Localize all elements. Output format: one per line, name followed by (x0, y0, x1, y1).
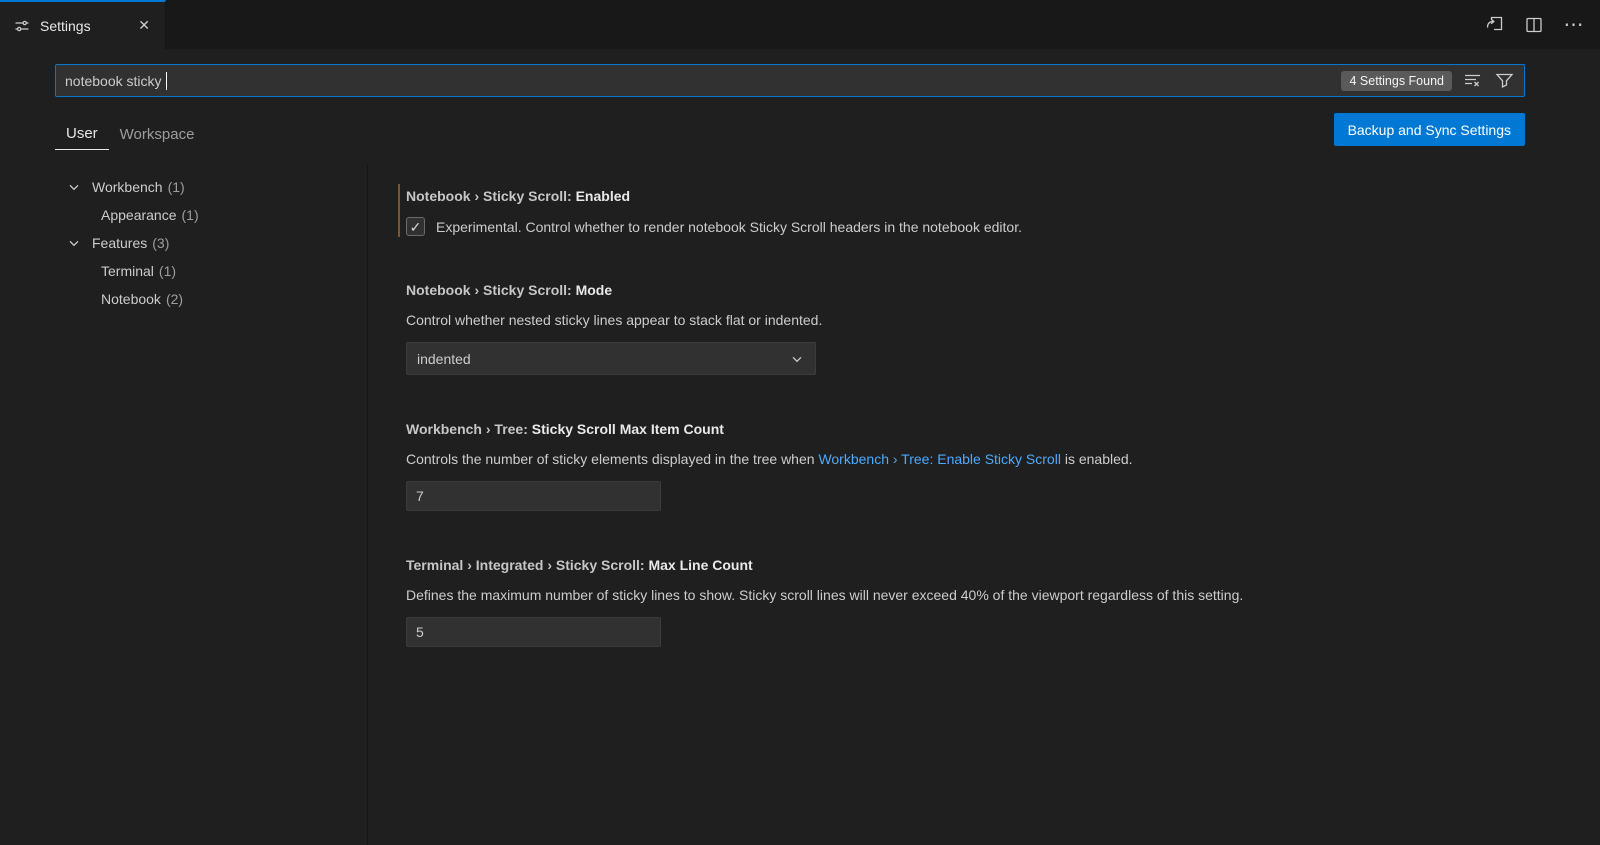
toc-item-notebook[interactable]: Notebook (2) (0, 285, 367, 313)
setting-mode-dropdown[interactable]: indented (406, 342, 816, 375)
toc-label: Features (92, 235, 147, 251)
chevron-down-icon (789, 351, 805, 367)
tab-workspace[interactable]: Workspace (109, 126, 206, 150)
json-file-icon (1485, 15, 1504, 34)
toc-item-appearance[interactable]: Appearance (1) (0, 201, 367, 229)
setting-terminal-sticky-scroll-max-line-count: Terminal › Integrated › Sticky Scroll: M… (406, 556, 1580, 647)
toc-item-features[interactable]: Features (3) (0, 229, 367, 257)
toc-count: (1) (182, 207, 199, 223)
filter-funnel-icon (1495, 71, 1514, 90)
ellipsis-icon: ⋯ (1564, 15, 1585, 35)
setting-title: Notebook › Sticky Scroll: Mode (406, 281, 1580, 299)
dropdown-selected-value: indented (417, 351, 471, 367)
backup-and-sync-settings-button[interactable]: Backup and Sync Settings (1334, 113, 1525, 146)
text-caret (166, 72, 167, 90)
open-settings-json-button[interactable] (1482, 13, 1506, 37)
settings-search-input[interactable]: notebook sticky 4 Settings Found (55, 64, 1525, 97)
checkmark-icon: ✓ (410, 220, 422, 234)
settings-scope-tabs: User Workspace (55, 118, 205, 150)
more-actions-button[interactable]: ⋯ (1562, 13, 1586, 37)
toc-label: Notebook (101, 291, 161, 307)
setting-description: Controls the number of sticky elements d… (406, 450, 1580, 468)
clear-filters-icon (1463, 71, 1482, 90)
tab-title: Settings (40, 18, 123, 34)
chevron-down-icon[interactable] (66, 179, 82, 195)
setting-tree-sticky-scroll-max-item-count: Workbench › Tree: Sticky Scroll Max Item… (406, 420, 1580, 511)
toc-label: Terminal (101, 263, 154, 279)
setting-description: Control whether nested sticky lines appe… (406, 311, 1580, 329)
toc-count: (3) (152, 235, 169, 251)
results-count-badge: 4 Settings Found (1341, 71, 1452, 91)
settings-toc: Workbench (1) Appearance (1) Features (3… (0, 165, 367, 845)
editor-actions: ⋯ (1482, 0, 1586, 49)
tab-settings[interactable]: Settings ✕ (0, 0, 166, 49)
setting-checkbox[interactable]: ✓ (406, 217, 425, 236)
chevron-down-icon[interactable] (66, 235, 82, 251)
toc-label: Appearance (101, 207, 177, 223)
settings-sliders-icon (14, 18, 30, 34)
setting-notebook-sticky-scroll-mode: Notebook › Sticky Scroll: Mode Control w… (406, 281, 1580, 375)
max-item-count-input[interactable] (406, 481, 661, 511)
split-editor-button[interactable] (1522, 13, 1546, 37)
search-query-text: notebook sticky (65, 73, 162, 89)
setting-description: Defines the maximum number of sticky lin… (406, 586, 1580, 604)
filter-button[interactable] (1492, 69, 1516, 93)
toc-count: (1) (159, 263, 176, 279)
toc-label: Workbench (92, 179, 163, 195)
setting-description: Experimental. Control whether to render … (436, 218, 1022, 236)
toc-item-terminal[interactable]: Terminal (1) (0, 257, 367, 285)
close-icon[interactable]: ✕ (133, 15, 155, 36)
setting-notebook-sticky-scroll-enabled: Notebook › Sticky Scroll: Enabled ✓ Expe… (406, 187, 1580, 236)
setting-link[interactable]: Workbench › Tree: Enable Sticky Scroll (818, 451, 1061, 467)
tab-user[interactable]: User (55, 125, 109, 150)
setting-title: Notebook › Sticky Scroll: Enabled (406, 187, 1580, 205)
settings-list: Notebook › Sticky Scroll: Enabled ✓ Expe… (368, 165, 1600, 845)
max-line-count-input[interactable] (406, 617, 661, 647)
clear-search-filters-button[interactable] (1460, 69, 1484, 93)
split-editor-icon (1525, 16, 1543, 34)
toc-count: (1) (168, 179, 185, 195)
toc-item-workbench[interactable]: Workbench (1) (0, 173, 367, 201)
setting-title: Workbench › Tree: Sticky Scroll Max Item… (406, 420, 1580, 438)
toc-count: (2) (166, 291, 183, 307)
setting-title: Terminal › Integrated › Sticky Scroll: M… (406, 556, 1580, 574)
editor-tab-bar: Settings ✕ (0, 0, 1600, 49)
